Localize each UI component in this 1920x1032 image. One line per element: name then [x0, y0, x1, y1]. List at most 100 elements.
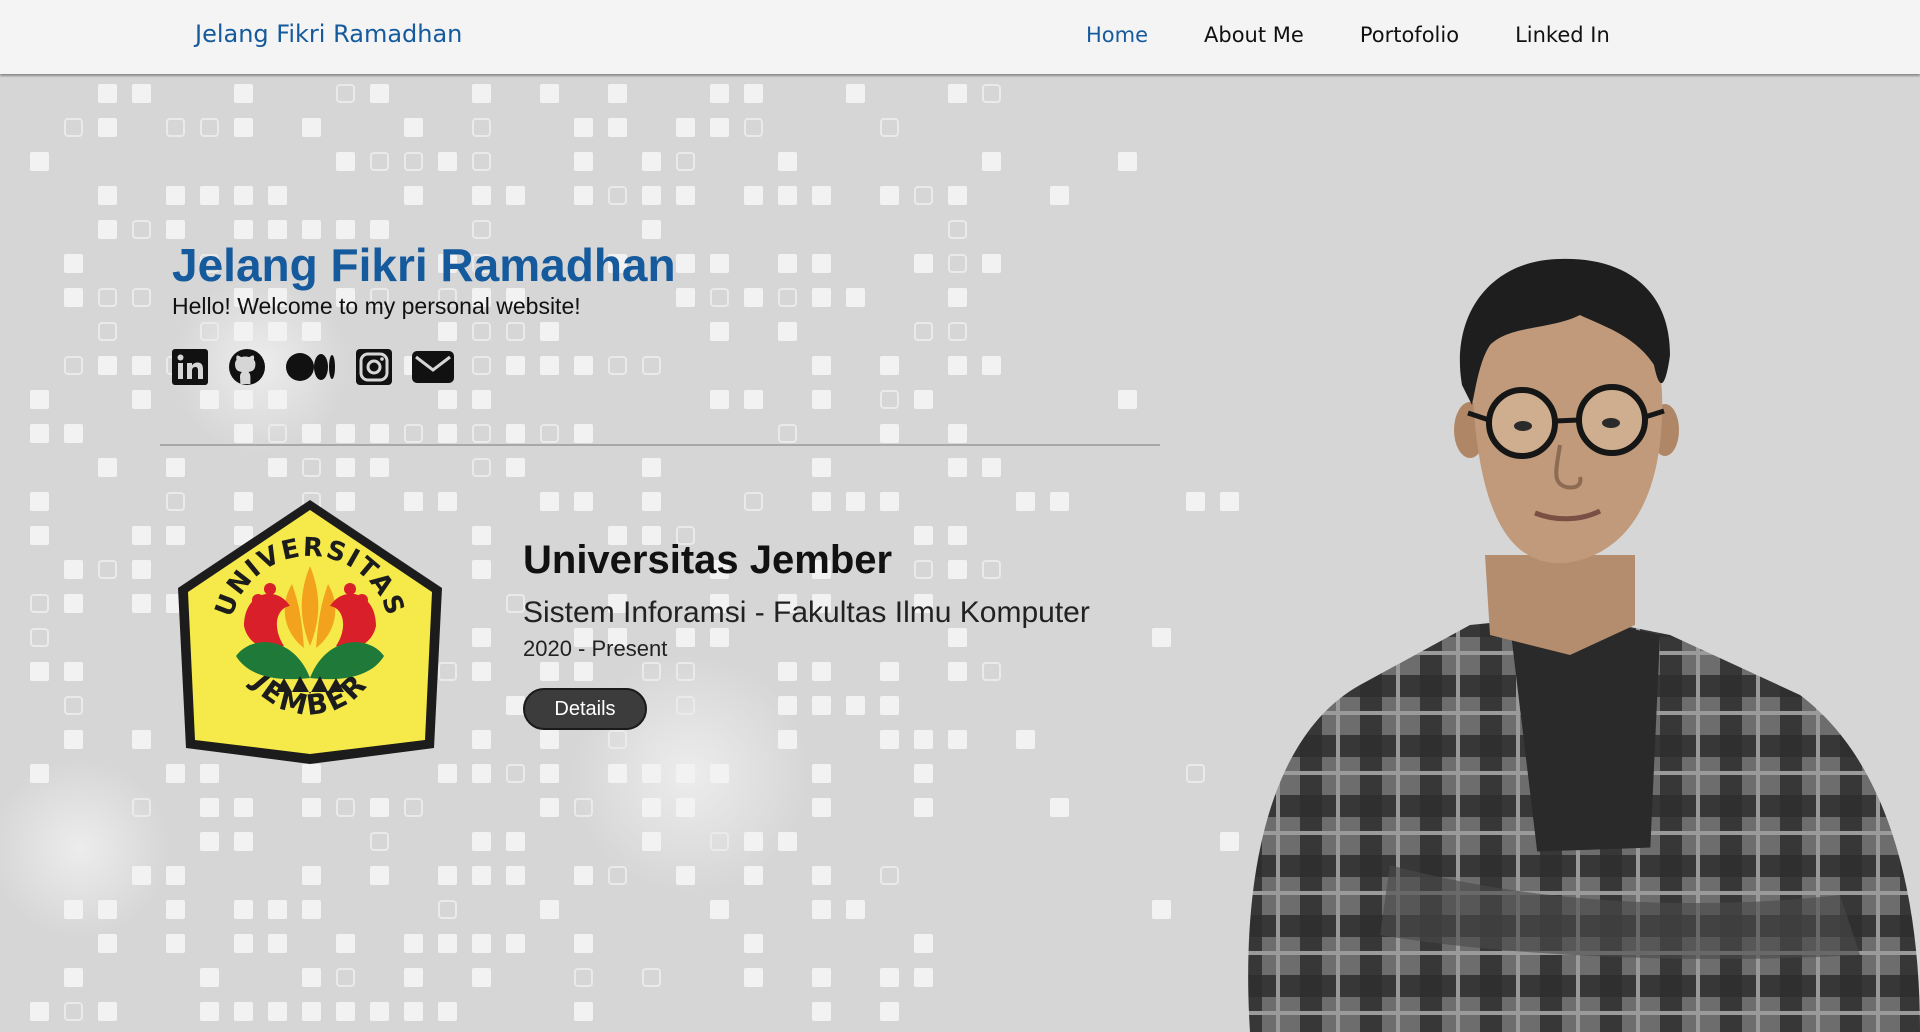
pattern-square	[846, 288, 865, 307]
pattern-square	[98, 118, 117, 137]
pattern-square	[812, 968, 831, 987]
pattern-square	[302, 424, 321, 443]
pattern-square-outline	[132, 288, 151, 307]
pattern-square-outline	[64, 118, 83, 137]
pattern-square	[710, 118, 729, 137]
pattern-square	[234, 900, 253, 919]
pattern-square	[268, 1002, 287, 1021]
pattern-square-outline	[778, 424, 797, 443]
pattern-square	[812, 764, 831, 783]
pattern-square	[132, 390, 151, 409]
pattern-square	[948, 424, 967, 443]
pattern-square	[438, 866, 457, 885]
pattern-square	[812, 458, 831, 477]
pattern-square	[948, 662, 967, 681]
pattern-square	[914, 390, 933, 409]
pattern-square-outline	[948, 254, 967, 273]
pattern-square-outline	[608, 356, 627, 375]
pattern-square	[132, 594, 151, 613]
nav-link-linkedin[interactable]: Linked In	[1515, 23, 1610, 47]
pattern-square	[268, 934, 287, 953]
pattern-square-outline	[982, 560, 1001, 579]
nav-link-portfolio[interactable]: Portofolio	[1360, 23, 1459, 47]
pattern-square	[1152, 900, 1171, 919]
pattern-square	[710, 84, 729, 103]
pattern-square-outline	[880, 390, 899, 409]
pattern-square	[268, 900, 287, 919]
pattern-square	[302, 798, 321, 817]
pattern-square	[370, 220, 389, 239]
pattern-square-outline	[642, 356, 661, 375]
nav-link-about-me[interactable]: About Me	[1204, 23, 1304, 47]
pattern-square	[574, 934, 593, 953]
pattern-square	[404, 934, 423, 953]
pattern-square	[608, 84, 627, 103]
pattern-square	[778, 696, 797, 715]
pattern-square	[676, 866, 695, 885]
pattern-square	[506, 934, 525, 953]
pattern-square	[846, 900, 865, 919]
pattern-square	[676, 288, 695, 307]
pattern-square	[642, 798, 661, 817]
pattern-square	[880, 356, 899, 375]
pattern-square-outline	[676, 152, 695, 171]
pattern-square-outline	[506, 594, 525, 613]
pattern-square	[234, 220, 253, 239]
pattern-square-outline	[1186, 764, 1205, 783]
pattern-square	[166, 458, 185, 477]
pattern-square	[642, 186, 661, 205]
pattern-square	[370, 84, 389, 103]
pattern-square	[744, 186, 763, 205]
pattern-square	[30, 492, 49, 511]
pattern-square	[166, 866, 185, 885]
hero-greeting: Hello! Welcome to my personal website!	[172, 293, 581, 319]
pattern-square	[200, 390, 219, 409]
pattern-square	[574, 186, 593, 205]
linkedin-icon[interactable]	[172, 349, 208, 385]
pattern-square-outline	[506, 322, 525, 341]
pattern-square-outline	[914, 186, 933, 205]
pattern-square	[608, 764, 627, 783]
pattern-square	[1016, 492, 1035, 511]
github-icon[interactable]	[228, 348, 266, 386]
mail-icon[interactable]	[412, 351, 454, 383]
pattern-square	[166, 900, 185, 919]
pattern-square	[710, 900, 729, 919]
pattern-square	[1220, 492, 1239, 511]
pattern-square	[336, 1002, 355, 1021]
pattern-square	[64, 560, 83, 579]
pattern-square	[200, 832, 219, 851]
pattern-square	[812, 254, 831, 273]
details-button[interactable]: Details	[523, 688, 647, 730]
pattern-square	[64, 594, 83, 613]
pattern-square	[64, 254, 83, 273]
pattern-square-outline	[336, 968, 355, 987]
pattern-square	[676, 118, 695, 137]
site-brand-link[interactable]: Jelang Fikri Ramadhan	[195, 20, 462, 48]
pattern-square-outline	[64, 356, 83, 375]
pattern-square-outline	[506, 764, 525, 783]
medium-icon[interactable]	[286, 352, 336, 382]
pattern-square	[472, 832, 491, 851]
nav-link-home[interactable]: Home	[1086, 23, 1148, 47]
pattern-square	[302, 118, 321, 137]
pattern-square	[744, 934, 763, 953]
pattern-square	[778, 832, 797, 851]
pattern-square	[506, 458, 525, 477]
pattern-square-outline	[370, 832, 389, 851]
pattern-square	[642, 832, 661, 851]
pattern-square-outline	[64, 696, 83, 715]
pattern-square-outline	[30, 628, 49, 647]
pattern-square	[472, 526, 491, 545]
pattern-square-outline	[608, 186, 627, 205]
pattern-square	[812, 900, 831, 919]
pattern-square	[710, 322, 729, 341]
pattern-square	[676, 186, 695, 205]
pattern-square-outline	[404, 424, 423, 443]
pattern-square	[540, 730, 559, 749]
instagram-icon[interactable]	[356, 349, 392, 385]
pattern-square	[302, 1002, 321, 1021]
pattern-square	[710, 254, 729, 273]
pattern-square-outline	[438, 900, 457, 919]
institution-name: Universitas Jember	[523, 538, 893, 582]
